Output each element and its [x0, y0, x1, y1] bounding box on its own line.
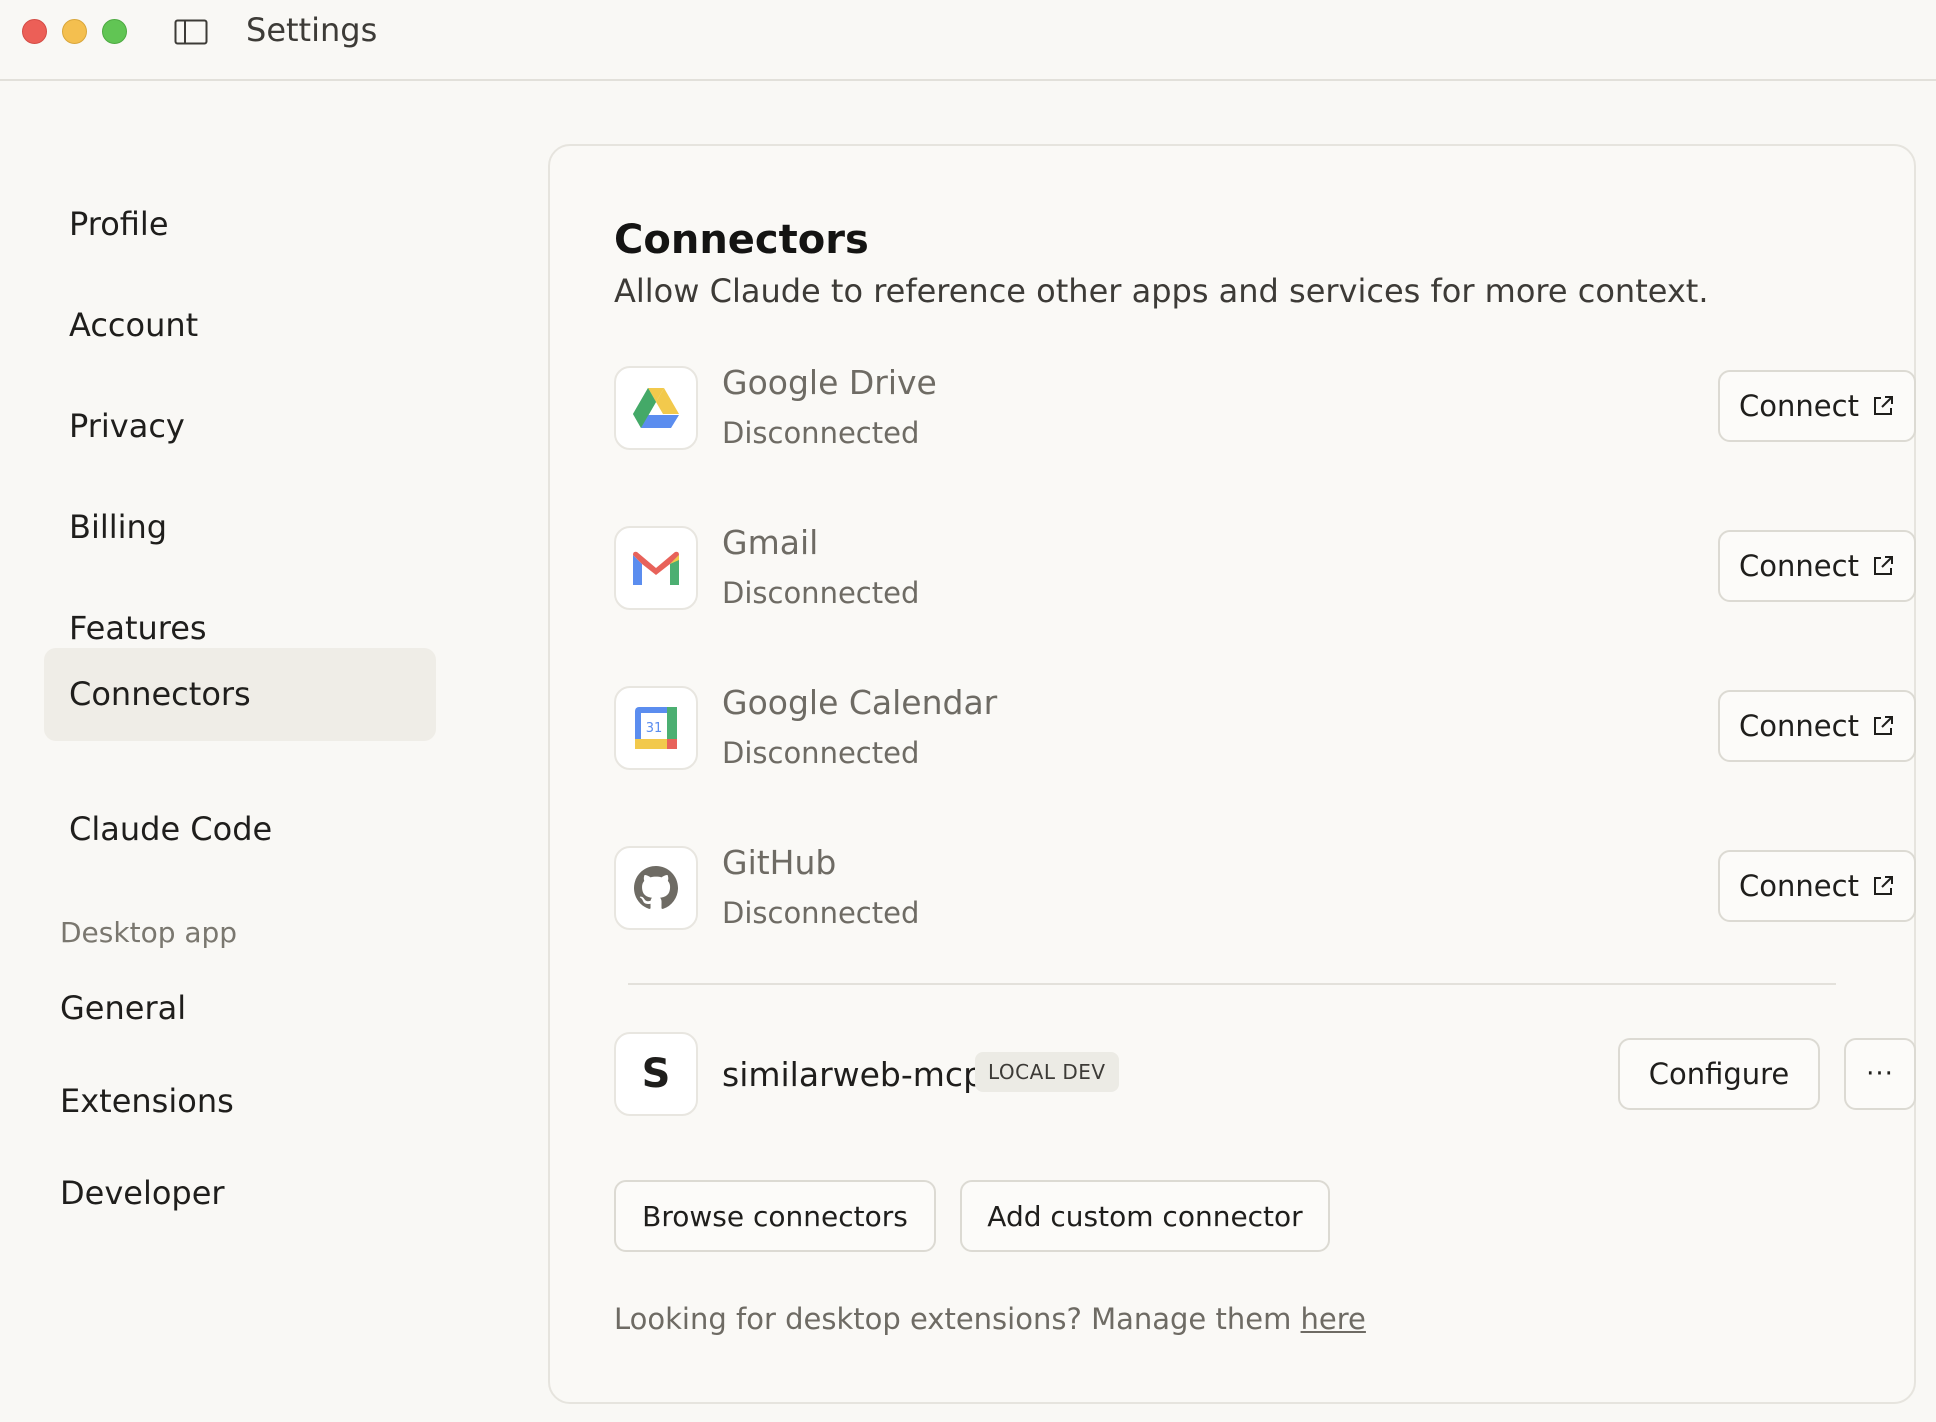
manage-extensions-link[interactable]: here — [1301, 1302, 1366, 1336]
configure-button[interactable]: Configure — [1618, 1038, 1820, 1110]
connector-name: GitHub — [722, 843, 837, 882]
local-dev-badge: LOCAL DEV — [975, 1052, 1119, 1092]
nav-item-developer[interactable]: Developer — [60, 1168, 225, 1218]
external-link-icon — [1873, 556, 1893, 575]
connect-google-drive-button[interactable]: Connect — [1718, 370, 1916, 442]
nav-item-account[interactable]: Account — [44, 279, 436, 372]
connect-gmail-button[interactable]: Connect — [1718, 530, 1916, 602]
calendar-day-number: 31 — [646, 721, 663, 736]
close-window-button[interactable] — [22, 19, 47, 44]
connect-button-label: Connect — [1739, 549, 1859, 583]
gmail-icon — [614, 526, 698, 610]
external-link-icon — [1873, 876, 1893, 895]
connector-row-google-calendar: 31 Google Calendar Disconnected Connect — [614, 683, 1916, 776]
external-link-icon — [1873, 716, 1893, 735]
nav-item-billing[interactable]: Billing — [44, 481, 436, 574]
connect-button-label: Connect — [1739, 869, 1859, 903]
connect-google-calendar-button[interactable]: Connect — [1718, 690, 1916, 762]
external-link-icon — [1873, 396, 1893, 415]
footnote-text: Looking for desktop extensions? Manage t… — [614, 1302, 1301, 1336]
connector-status: Disconnected — [722, 576, 920, 610]
page-subtitle: Allow Claude to reference other apps and… — [614, 272, 1709, 310]
connector-status: Disconnected — [722, 896, 920, 930]
nav-section-desktop-app: Desktop app — [60, 916, 238, 949]
more-options-button[interactable]: ··· — [1844, 1038, 1916, 1110]
add-custom-connector-button[interactable]: Add custom connector — [960, 1180, 1330, 1252]
google-drive-icon — [614, 366, 698, 450]
connector-name: similarweb-mcp — [722, 1055, 985, 1094]
maximize-window-button[interactable] — [102, 19, 127, 44]
nav-item-profile[interactable]: Profile — [44, 178, 436, 271]
sidebar-toggle-icon[interactable] — [174, 19, 208, 45]
browse-connectors-button[interactable]: Browse connectors — [614, 1180, 936, 1252]
connector-name: Google Calendar — [722, 683, 998, 722]
connector-row-github: GitHub Disconnected Connect — [614, 843, 1916, 936]
page-title: Connectors — [614, 217, 869, 263]
desktop-extensions-note: Looking for desktop extensions? Manage t… — [614, 1298, 1366, 1340]
nav-item-privacy[interactable]: Privacy — [44, 380, 436, 473]
similarweb-letter-icon: S — [614, 1032, 698, 1116]
connect-button-label: Connect — [1739, 389, 1859, 423]
connector-row-gmail: Gmail Disconnected Connect — [614, 523, 1916, 616]
connect-github-button[interactable]: Connect — [1718, 850, 1916, 922]
connector-name: Gmail — [722, 523, 819, 562]
connectors-panel: Connectors Allow Claude to reference oth… — [548, 144, 1916, 1404]
connector-status: Disconnected — [722, 416, 920, 450]
settings-nav: Profile Account Privacy Billing Features… — [0, 81, 520, 1422]
window-title: Settings — [246, 11, 378, 49]
connector-row-google-drive: Google Drive Disconnected Connect — [614, 363, 1916, 456]
github-icon — [614, 846, 698, 930]
title-bar: Settings — [0, 0, 1936, 81]
minimize-window-button[interactable] — [62, 19, 87, 44]
connector-row-similarweb-mcp: S similarweb-mcp LOCAL DEV Configure ··· — [614, 1032, 1916, 1122]
connector-name: Google Drive — [722, 363, 937, 402]
connect-button-label: Connect — [1739, 709, 1859, 743]
connector-status: Disconnected — [722, 736, 920, 770]
google-calendar-icon: 31 — [614, 686, 698, 770]
nav-item-general[interactable]: General — [60, 983, 186, 1033]
section-divider — [628, 983, 1836, 985]
nav-item-claude-code[interactable]: Claude Code — [44, 783, 436, 876]
nav-item-connectors[interactable]: Connectors — [44, 648, 436, 741]
nav-item-extensions[interactable]: Extensions — [60, 1076, 234, 1126]
